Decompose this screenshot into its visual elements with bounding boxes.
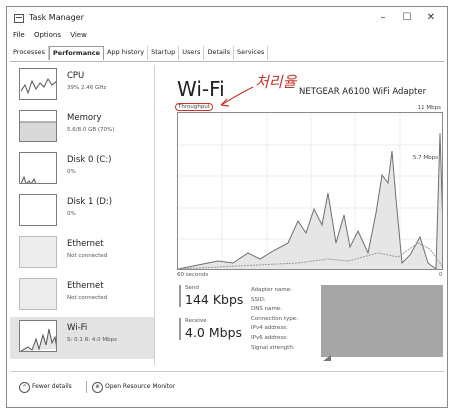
tab-divider <box>10 61 444 62</box>
receive-label: Receive <box>185 318 207 324</box>
sidebar-disk-1-name: Disk 1 (D:) <box>67 197 113 207</box>
sidebar-cpu-sub: 39% 2.46 GHz <box>67 85 107 91</box>
send-stat: Send 144 Kbps <box>179 285 243 307</box>
fewer-details-link[interactable]: Fewer details <box>32 383 72 390</box>
sidebar-disk-1-sub: 0% <box>67 211 76 217</box>
window-title: Task Manager <box>29 13 84 22</box>
sidebar-disk-0-name: Disk 0 (C:) <box>67 155 112 165</box>
sidebar-ethernet-1-sub: Not connected <box>67 253 108 259</box>
sidebar-item-ethernet-1[interactable]: Ethernet Not connected <box>10 233 154 275</box>
cpu-thumbnail-graph <box>19 68 57 100</box>
ethernet-1-thumbnail-graph <box>19 236 57 268</box>
adapter-name: NETGEAR A6100 WiFi Adapter <box>299 87 427 97</box>
prop-ipv4-address: IPv4 address: <box>251 325 288 332</box>
minimize-button[interactable]: – <box>373 10 393 26</box>
sidebar-item-ethernet-2[interactable]: Ethernet Not connected <box>10 275 154 317</box>
wifi-thumbnail-graph <box>19 320 57 352</box>
title-bar: Task Manager – ☐ ✕ <box>7 7 447 29</box>
sidebar-item-disk-1[interactable]: Disk 1 (D:) 0% <box>10 191 154 233</box>
adapter-properties: Adapter name: SSID: DNS name: Connection… <box>251 286 298 353</box>
menu-options[interactable]: Options <box>34 31 61 39</box>
menu-view[interactable]: View <box>70 31 87 39</box>
tab-app-history[interactable]: App history <box>104 46 149 60</box>
prop-ssid: SSID: <box>251 296 266 303</box>
prop-signal-strength: Signal strength: <box>251 344 295 351</box>
signal-strength-icon <box>323 355 331 361</box>
tab-strip: Processes Performance App history Startu… <box>10 46 269 60</box>
sidebar-item-memory[interactable]: Memory 5.6/8.0 GB (70%) <box>10 107 154 149</box>
disk-1-thumbnail-graph <box>19 194 57 226</box>
throughput-graph-canvas <box>178 113 442 269</box>
sidebar-wifi-name: Wi-Fi <box>67 323 88 333</box>
tab-performance[interactable]: Performance <box>49 46 104 60</box>
receive-value: 4.0 Mbps <box>185 325 243 340</box>
resource-sidebar: CPU 39% 2.46 GHz Memory 5.6/8.0 GB (70%)… <box>10 65 155 365</box>
menu-file[interactable]: File <box>13 31 25 39</box>
sidebar-ethernet-2-sub: Not connected <box>67 295 108 301</box>
sidebar-disk-0-sub: 0% <box>67 169 76 175</box>
tab-startup[interactable]: Startup <box>148 46 180 60</box>
sidebar-memory-name: Memory <box>67 113 102 123</box>
menu-bar: File Options View <box>13 31 94 43</box>
sidebar-memory-sub: 5.6/8.0 GB (70%) <box>67 127 115 133</box>
receive-stat: Receive 4.0 Mbps <box>179 318 242 340</box>
throughput-graph: 5.7 Mbps <box>177 112 443 270</box>
sidebar-ethernet-1-name: Ethernet <box>67 239 104 249</box>
tab-users[interactable]: Users <box>179 46 205 60</box>
tab-processes[interactable]: Processes <box>10 46 50 60</box>
task-manager-window: Task Manager – ☐ ✕ File Options View Pro… <box>6 6 448 408</box>
task-manager-icon <box>14 14 24 23</box>
open-resource-monitor-link[interactable]: Open Resource Monitor <box>105 383 175 390</box>
send-label: Send <box>185 285 199 291</box>
tab-services[interactable]: Services <box>234 46 269 60</box>
throughput-label: Throughput <box>175 103 213 111</box>
disk-0-thumbnail-graph <box>19 152 57 184</box>
graph-x-axis-right-label: 0 <box>439 272 443 278</box>
sidebar-ethernet-2-name: Ethernet <box>67 281 104 291</box>
memory-thumbnail-graph <box>19 110 57 142</box>
footer-bar: ⌃ Fewer details ⊕ Open Resource Monitor <box>10 371 444 402</box>
close-button[interactable]: ✕ <box>421 10 441 26</box>
maximize-button[interactable]: ☐ <box>397 10 417 26</box>
sidebar-item-cpu[interactable]: CPU 39% 2.46 GHz <box>10 65 154 107</box>
prop-dns-name: DNS name: <box>251 306 283 313</box>
sidebar-item-disk-0[interactable]: Disk 0 (C:) 0% <box>10 149 154 191</box>
performance-detail-pane: Wi-Fi 처리율 NETGEAR A6100 WiFi Adapter Thr… <box>157 65 449 365</box>
sidebar-wifi-sub: S: 0.1 R: 4.0 Mbps <box>67 337 117 343</box>
ethernet-2-thumbnail-graph <box>19 278 57 310</box>
send-value: 144 Kbps <box>185 292 244 307</box>
graph-x-axis-left-label: 60 seconds <box>177 272 209 278</box>
prop-adapter-name: Adapter name: <box>251 287 293 293</box>
tab-details[interactable]: Details <box>204 46 234 60</box>
prop-ipv6-address: IPv6 address: <box>251 334 288 341</box>
sidebar-item-wifi[interactable]: Wi-Fi S: 0.1 R: 4.0 Mbps <box>10 317 154 359</box>
redacted-values-box <box>321 285 443 357</box>
sidebar-cpu-name: CPU <box>67 71 85 81</box>
graph-mid-label: 5.7 Mbps <box>412 155 438 161</box>
chevron-up-icon[interactable]: ⌃ <box>19 382 30 393</box>
graph-max-label: 11 Mbps <box>417 105 441 111</box>
footer-divider <box>86 381 87 393</box>
prop-connection-type: Connection type: <box>251 315 299 322</box>
resource-monitor-icon[interactable]: ⊕ <box>92 382 103 393</box>
